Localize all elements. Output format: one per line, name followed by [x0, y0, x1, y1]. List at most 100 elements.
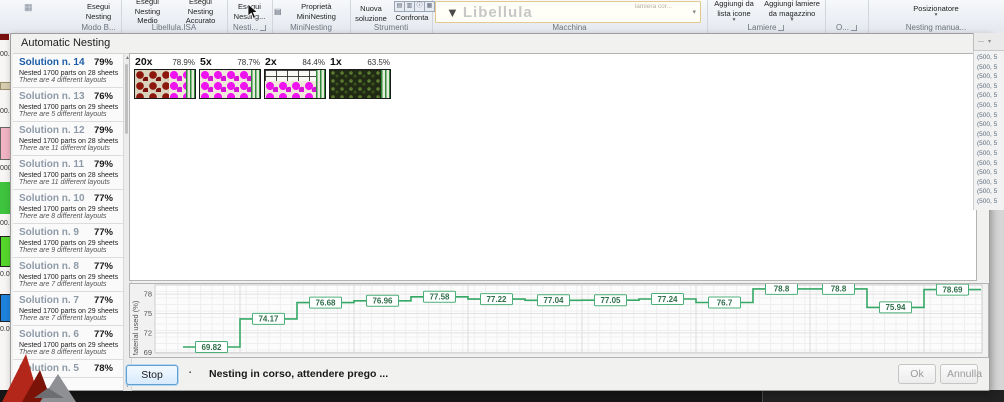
solution-item[interactable]: Solution n. 7 77% Nested 1700 parts on 29 …: [13, 292, 123, 326]
data-point-value: 76.7: [717, 298, 733, 307]
data-point-value: 69.82: [201, 343, 222, 352]
dialog-title: Automatic Nesting: [21, 37, 110, 49]
nuova-soluzione-button[interactable]: Nuova soluzione: [351, 3, 391, 24]
nesting-layout-thumbnail[interactable]: [134, 69, 196, 99]
solution-sheets-text: Nested 1700 parts on 28 sheets: [19, 138, 113, 145]
solution-name: Solution n. 7: [19, 295, 79, 306]
solution-item-header: Solution n. 11 79%: [19, 159, 113, 170]
solution-layouts-text: There are 11 different layouts: [19, 179, 113, 186]
solution-item-header: Solution n. 1279%: [19, 125, 113, 136]
solution-item-header: Solution n. 1077%: [19, 193, 113, 204]
ok-button[interactable]: Ok: [898, 364, 936, 384]
sheet-size-entry: (500, 5: [974, 197, 1004, 207]
solution-percent: 77%: [94, 261, 113, 272]
solution-percent: 79%: [94, 125, 113, 136]
solution-item-header: Solution n. 977%: [19, 227, 113, 238]
sheet-size-entry: (500, 5: [974, 82, 1004, 92]
layout-thumbnail-group: 2x84.4%: [264, 56, 326, 99]
y-tick-label: 78: [144, 290, 152, 299]
dialog-launcher-icon[interactable]: [851, 25, 857, 31]
solution-name: Solution n. 14: [19, 57, 85, 68]
solution-item-header: Solution n. 7 77%: [19, 295, 113, 306]
solutions-list[interactable]: Solution n. 14 79% Nested 1700 parts on 28…: [13, 53, 123, 390]
data-point-value: 77.58: [429, 293, 450, 302]
sheet-size-entry: (500, 5: [974, 130, 1004, 140]
taskbar[interactable]: [0, 390, 1004, 402]
chevron-down-icon: ▾: [935, 13, 938, 19]
confronta-button[interactable]: Confronta: [393, 12, 431, 23]
chart-canvas: 6972757869.8274.1776.6876.9677.5877.2277…: [130, 284, 986, 355]
nesting-layout-thumbnail[interactable]: [329, 69, 391, 99]
sheet-size-entry: (500, 5: [974, 139, 1004, 149]
aggiungi-lamiere-da-magazzino-button[interactable]: Aggiungi lamiere da magazzino ▾: [761, 0, 823, 25]
solution-item[interactable]: Solution n. 1077%Nested 1700 parts on 29…: [13, 190, 123, 224]
solution-name: Solution n. 13: [19, 91, 85, 102]
nesting-layout-thumbnail[interactable]: [199, 69, 261, 99]
sheet-size-entry: (500, 5: [974, 91, 1004, 101]
sheet-size-entry: (500, 5: [974, 187, 1004, 197]
y-axis-label: Material used (%): [131, 300, 140, 355]
scrollbar-thumb[interactable]: [125, 64, 128, 134]
machine-note: lamiera cor...: [635, 3, 672, 10]
thumbnail-efficiency: 84.4%: [302, 58, 325, 67]
thumbnail-sheet-count: 1x: [330, 56, 342, 68]
thumbnail-header: 2x84.4%: [264, 56, 326, 69]
sheet-size-entry: (500, 5: [974, 101, 1004, 111]
data-point-value: 78.8: [774, 285, 790, 294]
dialog-status-bar: Stop ▪ Nesting in corso, attendere prego…: [11, 359, 989, 390]
solution-name: Solution n. 11: [19, 159, 84, 170]
solution-sheets-text: Nested 1700 parts on 28 sheets: [19, 70, 113, 77]
layouts-preview-panel: 20x78.9%5x78.7%2x84.4%1x63.5%: [129, 53, 977, 281]
solution-sheets-text: Nested 1700 parts on 28 sheets: [19, 172, 113, 179]
button-label: Proprietà MiniNesting: [285, 2, 348, 21]
sheet-remnant-stripes: [316, 70, 325, 98]
solution-item[interactable]: Solution n. 11 79% Nested 1700 parts on 28…: [13, 156, 123, 190]
data-point-value: 78.69: [942, 285, 963, 294]
solution-item[interactable]: Solution n. 1279% Nested 1700 parts on 28…: [13, 122, 123, 156]
status-message: Nesting in corso, attendere prego ...: [209, 368, 388, 380]
sheet-size-entry: (500, 5: [974, 63, 1004, 73]
dialog-launcher-icon[interactable]: [260, 25, 266, 31]
solution-item[interactable]: Solution n. 1479%Nested 1700 parts on 28…: [13, 54, 123, 88]
button-label: Aggiungi lamiere da magazzino: [763, 0, 821, 18]
posizionatore-button[interactable]: Posizionatore ▾: [901, 3, 971, 20]
solution-layouts-text: There are 11 different layouts: [19, 145, 113, 152]
ribbon-group-lamiere: Aggiungi da lista icone ▾ Aggiungi lamie…: [707, 0, 826, 33]
stop-button[interactable]: Stop: [126, 365, 178, 385]
solution-percent: 76%: [94, 91, 113, 102]
automatic-nesting-dialog: Automatic Nesting Solution n. 14 79% Neste…: [10, 33, 990, 391]
solution-layouts-text: There are 4 different layouts: [19, 77, 113, 84]
thumbnail-header: 20x78.9%: [134, 56, 196, 69]
chevron-down-icon[interactable]: ▾: [988, 38, 991, 45]
data-point-value: 76.68: [315, 298, 336, 307]
esegui-nesting-button[interactable]: Esegui Nesting: [77, 1, 121, 22]
proprieta-mininesting-button[interactable]: ▤ Proprietà MiniNesting: [272, 1, 350, 22]
solution-name: Solution n. 9: [19, 227, 79, 238]
solution-sheets-text: Nested 1700 parts on 29 sheets: [19, 308, 113, 315]
nesting-layout-thumbnail[interactable]: [264, 69, 326, 99]
sheet-size-list[interactable]: (500, 5(500, 5(500, 5(500, 5(500, 5(500,…: [973, 51, 1004, 210]
sheet-size-entry: (500, 5: [974, 111, 1004, 121]
parts-pattern: [200, 70, 251, 98]
solution-name: Solution n. 10: [19, 193, 85, 204]
aggiungi-da-lista-icone-button[interactable]: Aggiungi da lista icone ▾: [709, 0, 759, 25]
parts-pattern: [265, 81, 316, 98]
minimize-icon[interactable]: —: [978, 39, 984, 45]
sheet-size-entry: (500, 5: [974, 149, 1004, 159]
thumbnail-efficiency: 63.5%: [367, 58, 390, 67]
machine-selector[interactable]: ▼ Libellula lamiera cor... ▾: [435, 1, 701, 23]
solution-item[interactable]: Solution n. 1376%Nested 1700 parts on 29…: [13, 88, 123, 122]
dialog-launcher-icon[interactable]: [778, 25, 784, 31]
sheet-remnant-stripes: [381, 70, 390, 98]
data-point-value: 77.24: [657, 295, 678, 304]
solution-item[interactable]: Solution n. 877%Nested 1700 parts on 29 …: [13, 258, 123, 292]
solution-percent: 77%: [94, 295, 113, 306]
button-label: Aggiungi da lista icone: [711, 0, 757, 18]
properties-icon: ▤: [274, 7, 282, 17]
thumbnail-efficiency: 78.9%: [172, 58, 195, 67]
solution-item[interactable]: Solution n. 977%Nested 1700 parts on 29 …: [13, 224, 123, 258]
cancel-button[interactable]: Annulla: [940, 364, 978, 384]
solution-percent: 79%: [94, 159, 113, 170]
chevron-down-icon[interactable]: ▾: [692, 8, 696, 16]
solution-name: Solution n. 8: [19, 261, 79, 272]
